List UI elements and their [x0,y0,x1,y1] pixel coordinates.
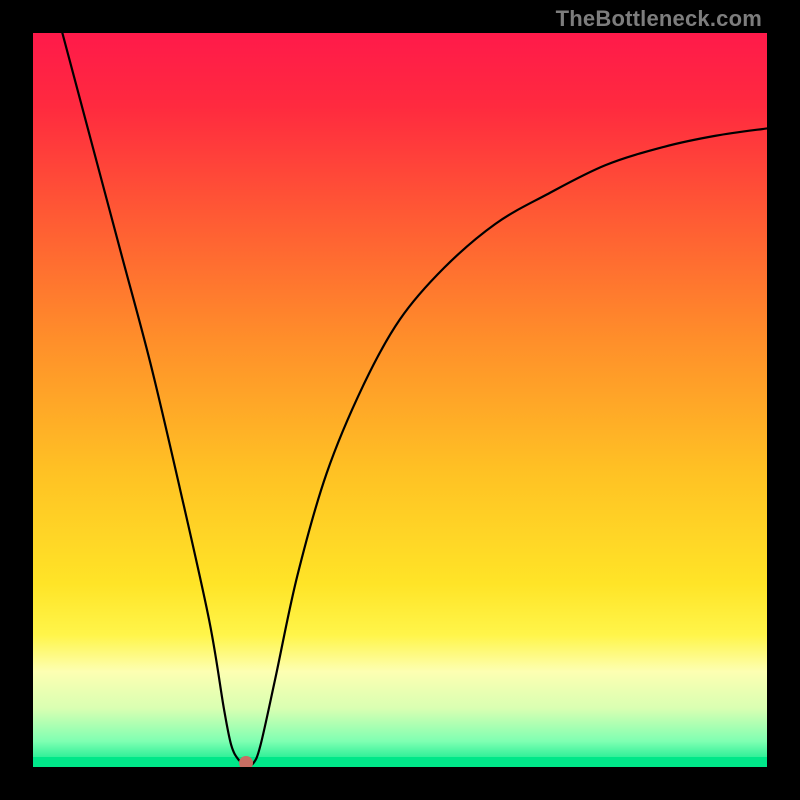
watermark-text: TheBottleneck.com [556,6,762,32]
chart-frame: TheBottleneck.com [0,0,800,800]
minimum-marker-dot [239,756,253,767]
gradient-background [33,33,767,767]
plot-area [33,33,767,767]
green-band [33,757,767,767]
